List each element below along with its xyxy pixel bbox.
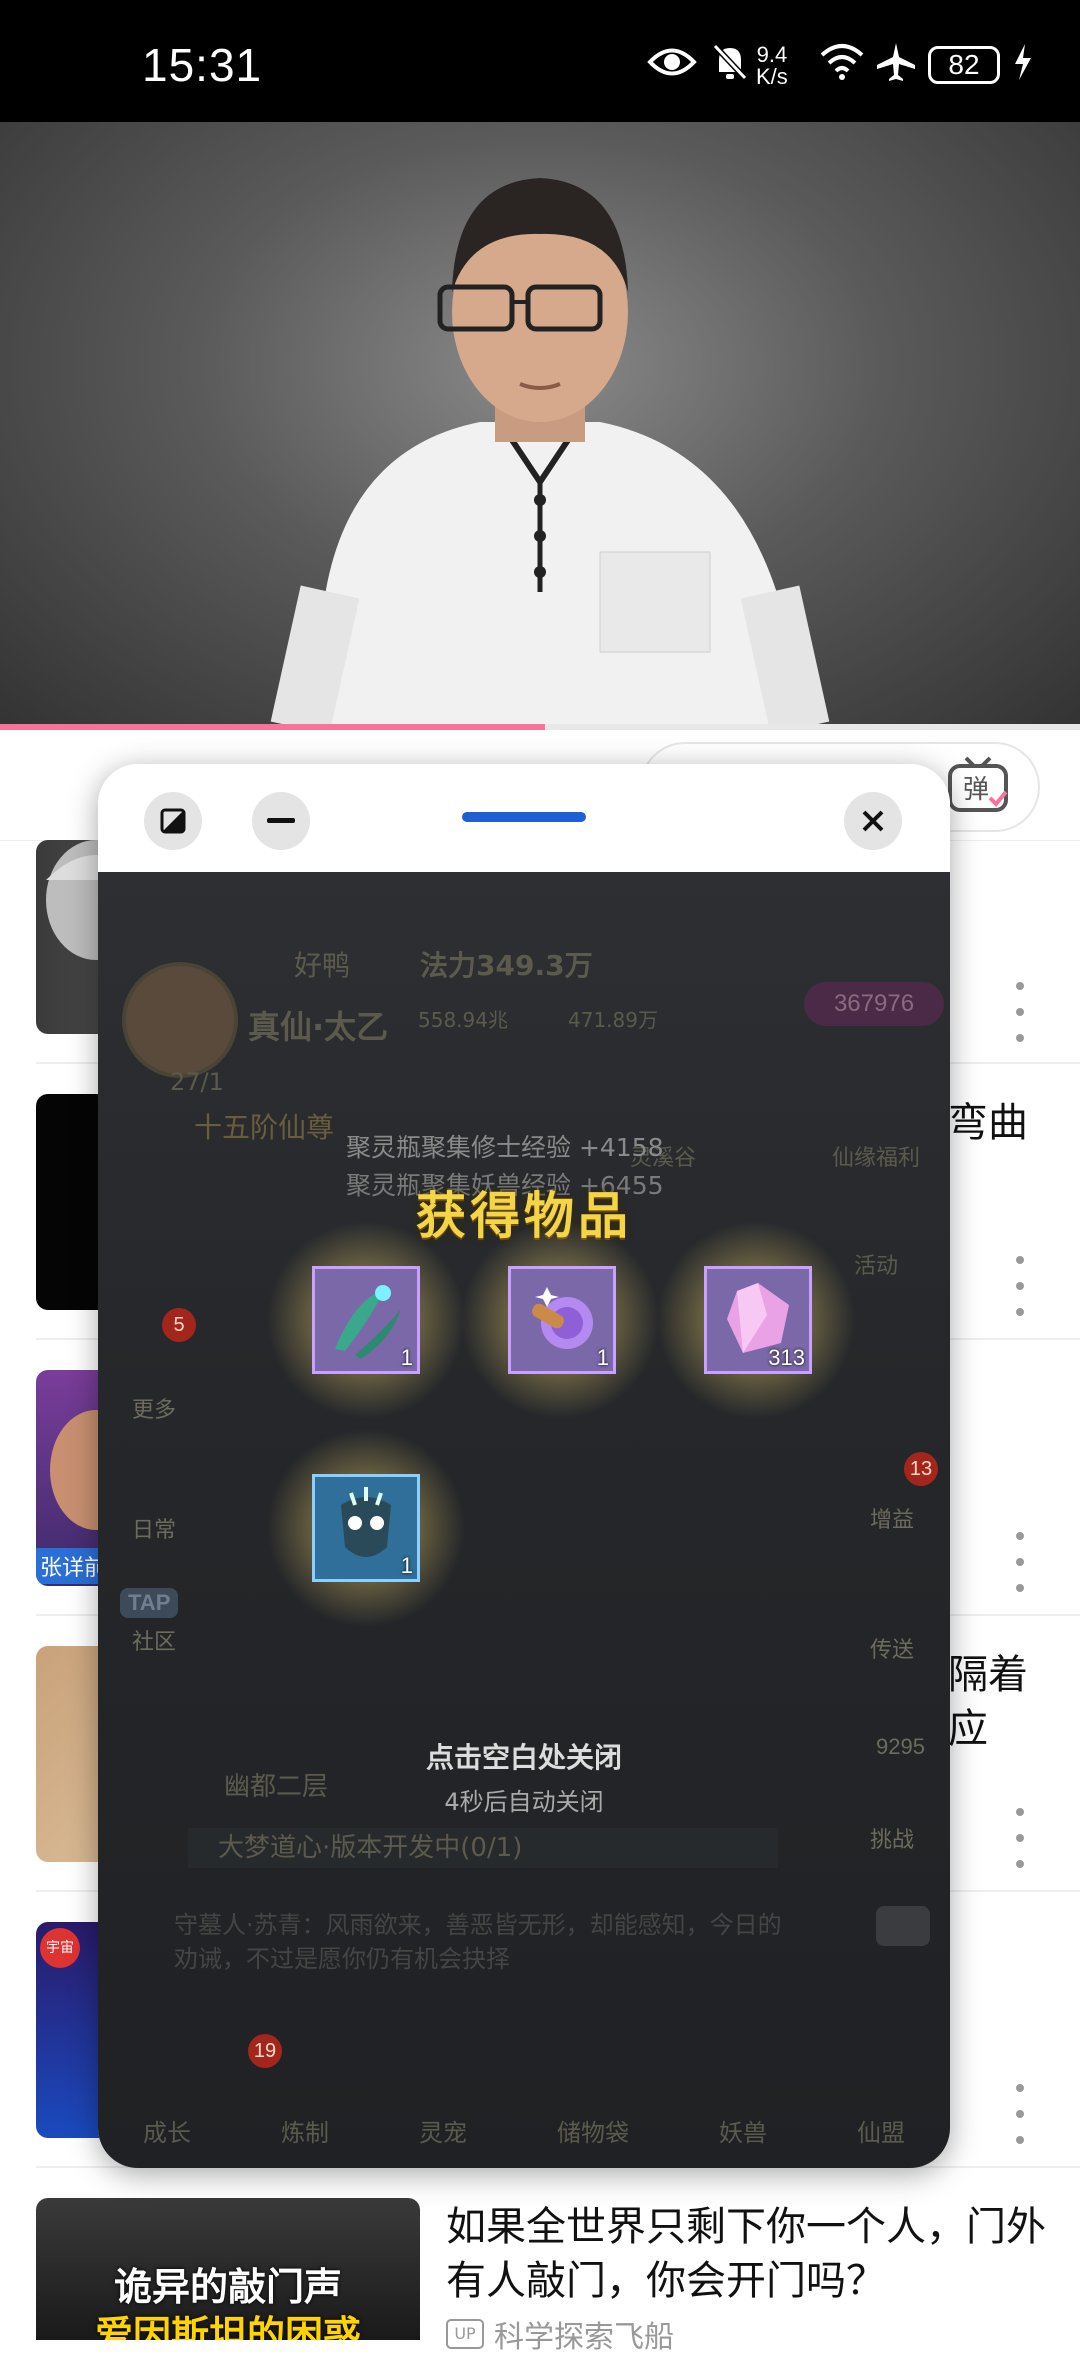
- growth-badge: 19: [248, 2034, 282, 2068]
- reward-item-1[interactable]: 1: [312, 1266, 420, 1374]
- menu-boost[interactable]: 增益: [870, 1502, 914, 1534]
- charging-icon: [1008, 40, 1038, 84]
- gem-counter[interactable]: 367976: [804, 982, 944, 1026]
- drag-handle[interactable]: [462, 812, 586, 822]
- danmaku-toggle-button[interactable]: 弹: [944, 752, 1014, 822]
- status-bar: 15:31 9.4 K/s 82: [0, 0, 1080, 122]
- right-counter: 9295: [876, 1734, 925, 1759]
- location-label: 幽都二层: [224, 1772, 329, 1802]
- danmaku-label: 弹: [963, 775, 989, 805]
- player-name: 好鸭: [294, 949, 351, 982]
- item-count-2: 1: [596, 1345, 609, 1370]
- menu-daily[interactable]: 日常: [132, 1512, 176, 1544]
- feed-more-button-4[interactable]: [1010, 1808, 1030, 1868]
- tab-growth[interactable]: 成长: [143, 2113, 191, 2148]
- reward-item-3[interactable]: 313: [704, 1266, 812, 1374]
- player-avatar[interactable]: [122, 962, 238, 1078]
- menu-more[interactable]: 更多: [132, 1392, 176, 1424]
- uploader-icon: UP: [446, 2319, 484, 2349]
- menu-xianyuan[interactable]: 仙缘福利: [832, 1140, 920, 1172]
- expand-icon: [160, 808, 186, 834]
- reward-item-4[interactable]: 1: [312, 1474, 420, 1582]
- danmaku-tv-icon: 弹: [948, 756, 1008, 812]
- close-icon: [862, 810, 884, 832]
- bell-off-icon: [710, 40, 750, 84]
- item-count-4: 1: [400, 1553, 413, 1578]
- feed-thumb-text-5: 宇宙: [40, 1928, 80, 1968]
- story-text: 守墓人·苏青：风雨欲来，善恶皆无形，却能感知，今日的劝诫，不过是愿你仍有机会抉择: [174, 1911, 782, 1973]
- clock: 15:31: [142, 39, 263, 91]
- floating-window-header[interactable]: [98, 764, 950, 872]
- net-speed-unit: K/s: [756, 64, 788, 89]
- floating-app-window[interactable]: 好鸭 真仙·太乙 法力349.3万 558.94兆 471.89万 367976…: [98, 764, 950, 2168]
- item-count-1: 1: [400, 1345, 413, 1370]
- tab-beast[interactable]: 妖兽: [719, 2113, 767, 2148]
- player-level: 27/1: [170, 1068, 224, 1096]
- feed-thumbnail-6[interactable]: 诡异的敲门声 爱因斯坦的困惑: [36, 2198, 420, 2340]
- fullscreen-toggle-button[interactable]: [144, 792, 202, 850]
- game-bottom-nav: 成长 炼制 灵宠 储物袋 妖兽 仙盟: [98, 2048, 950, 2168]
- minimize-button[interactable]: [252, 792, 310, 850]
- menu-challenge[interactable]: 挑战: [870, 1822, 914, 1854]
- feed-more-button-2[interactable]: [1010, 1256, 1030, 1316]
- tap-badge: TAP: [120, 1588, 179, 1618]
- menu-community[interactable]: 社区: [132, 1624, 176, 1656]
- resource-2: 471.89万: [568, 1008, 658, 1032]
- reward-item-2[interactable]: 1: [508, 1266, 616, 1374]
- battery-level: 82: [928, 46, 1000, 84]
- wifi-icon: [818, 40, 866, 84]
- title-badge: 十五阶仙尊: [194, 1111, 335, 1144]
- feed-more-button-3[interactable]: [1010, 1532, 1030, 1592]
- menu-activity[interactable]: 活动: [854, 1248, 898, 1280]
- net-speed-value: 9.4: [756, 42, 788, 67]
- feed-thumb-text-6b: 爱因斯坦的困惑: [94, 2313, 361, 2340]
- boost-badge: 13: [904, 1452, 938, 1486]
- resource-1: 558.94兆: [418, 1008, 508, 1032]
- player-power: 法力349.3万: [420, 949, 593, 982]
- tab-storage[interactable]: 储物袋: [557, 2113, 629, 2148]
- feed-thumb-text-6a: 诡异的敲门声: [113, 2265, 342, 2309]
- feed-title-6[interactable]: 如果全世界只剩下你一个人，门外有人敲门，你会开门吗？: [446, 2200, 1046, 2308]
- video-player[interactable]: [0, 122, 1080, 728]
- video-frame-person: [270, 178, 830, 728]
- feed-more-button-1[interactable]: [1010, 982, 1030, 1042]
- feed-title-4[interactable]: 隔着 应: [948, 1648, 1068, 1756]
- minus-icon: [267, 818, 295, 823]
- quest-bar[interactable]: 大梦道心·版本开发中(0/1): [188, 1828, 778, 1868]
- feed-channel-6[interactable]: UP 科学探索飞船: [446, 2312, 674, 2356]
- exp-line-1: 聚灵瓶聚集修士经验 +4158: [346, 1133, 664, 1162]
- item-count-3: 313: [768, 1345, 805, 1370]
- feed-title-2[interactable]: 弯曲: [948, 1096, 1068, 1150]
- tab-guild[interactable]: 仙盟: [857, 2113, 905, 2148]
- eye-icon: [646, 40, 698, 84]
- close-window-button[interactable]: [844, 792, 902, 850]
- feed-more-button-5[interactable]: [1010, 2084, 1030, 2144]
- game-screen[interactable]: 好鸭 真仙·太乙 法力349.3万 558.94兆 471.89万 367976…: [98, 872, 950, 2168]
- more-badge: 5: [162, 1308, 196, 1342]
- net-speed: 9.4 K/s: [756, 44, 788, 88]
- tab-refine[interactable]: 炼制: [281, 2113, 329, 2148]
- tab-pet[interactable]: 灵宠: [419, 2113, 467, 2148]
- channel-name: 科学探索飞船: [494, 2320, 674, 2355]
- airplane-icon: [874, 40, 918, 84]
- player-rank: 真仙·太乙: [248, 1008, 389, 1046]
- menu-teleport[interactable]: 传送: [870, 1632, 914, 1664]
- chat-icon[interactable]: [876, 1906, 930, 1946]
